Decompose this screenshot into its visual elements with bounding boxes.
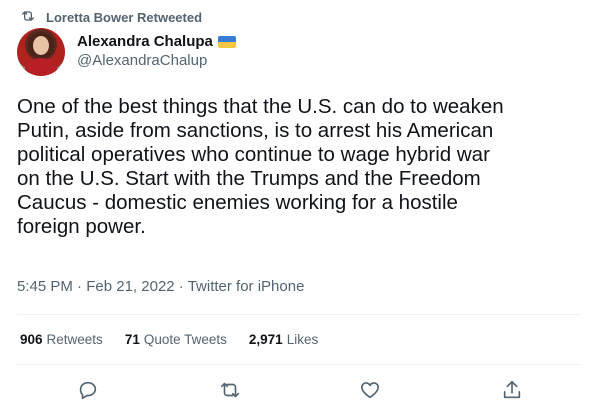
reply-icon — [79, 381, 97, 400]
author-display-name[interactable]: Alexandra Chalupa — [77, 33, 213, 51]
meta-separator: · — [178, 278, 184, 295]
tweet-actions — [0, 374, 598, 406]
tweet-text: One of the best things that the U.S. can… — [17, 95, 504, 238]
author-names: Alexandra Chalupa @AlexandraChalup — [77, 33, 236, 71]
quote-tweets-label: Quote Tweets — [143, 332, 227, 347]
ukraine-flag-icon — [217, 36, 236, 48]
share-button[interactable] — [500, 378, 524, 402]
author-handle[interactable]: @AlexandraChalup — [77, 51, 236, 71]
retweets-label: Retweets — [46, 332, 103, 347]
reply-button[interactable] — [76, 378, 100, 402]
tweet-time[interactable]: 5:45 PM — [17, 278, 73, 295]
divider — [17, 364, 581, 365]
divider — [17, 314, 581, 315]
quote-tweets-stat[interactable]: 71 Quote Tweets — [125, 332, 227, 347]
share-icon — [503, 380, 521, 399]
tweet-meta: 5:45 PM · Feb 21, 2022 · Twitter for iPh… — [17, 278, 304, 295]
author-display-name-row[interactable]: Alexandra Chalupa — [77, 33, 236, 51]
tweet-stats: 906 Retweets 71 Quote Tweets 2,971 Likes — [20, 332, 318, 347]
meta-separator: · — [77, 278, 83, 295]
heart-icon — [360, 382, 380, 399]
retweets-count: 906 — [20, 332, 43, 347]
likes-stat[interactable]: 2,971 Likes — [249, 332, 318, 347]
likes-count: 2,971 — [248, 332, 283, 347]
retweet-button[interactable] — [218, 378, 242, 402]
like-button[interactable] — [358, 378, 382, 402]
likes-label: Likes — [286, 332, 319, 347]
tweet-source[interactable]: Twitter for iPhone — [188, 278, 305, 295]
retweeted-by-label: Loretta Bower Retweeted — [46, 10, 203, 25]
avatar[interactable] — [17, 28, 65, 76]
retweets-stat[interactable]: 906 Retweets — [20, 332, 103, 347]
author-row: Alexandra Chalupa @AlexandraChalup — [17, 28, 236, 76]
tweet-date[interactable]: Feb 21, 2022 — [86, 278, 174, 295]
quote-tweets-count: 71 — [124, 332, 140, 347]
retweet-icon — [20, 8, 36, 27]
retweet-icon — [220, 382, 240, 398]
retweeted-by-banner[interactable]: Loretta Bower Retweeted — [20, 8, 202, 27]
